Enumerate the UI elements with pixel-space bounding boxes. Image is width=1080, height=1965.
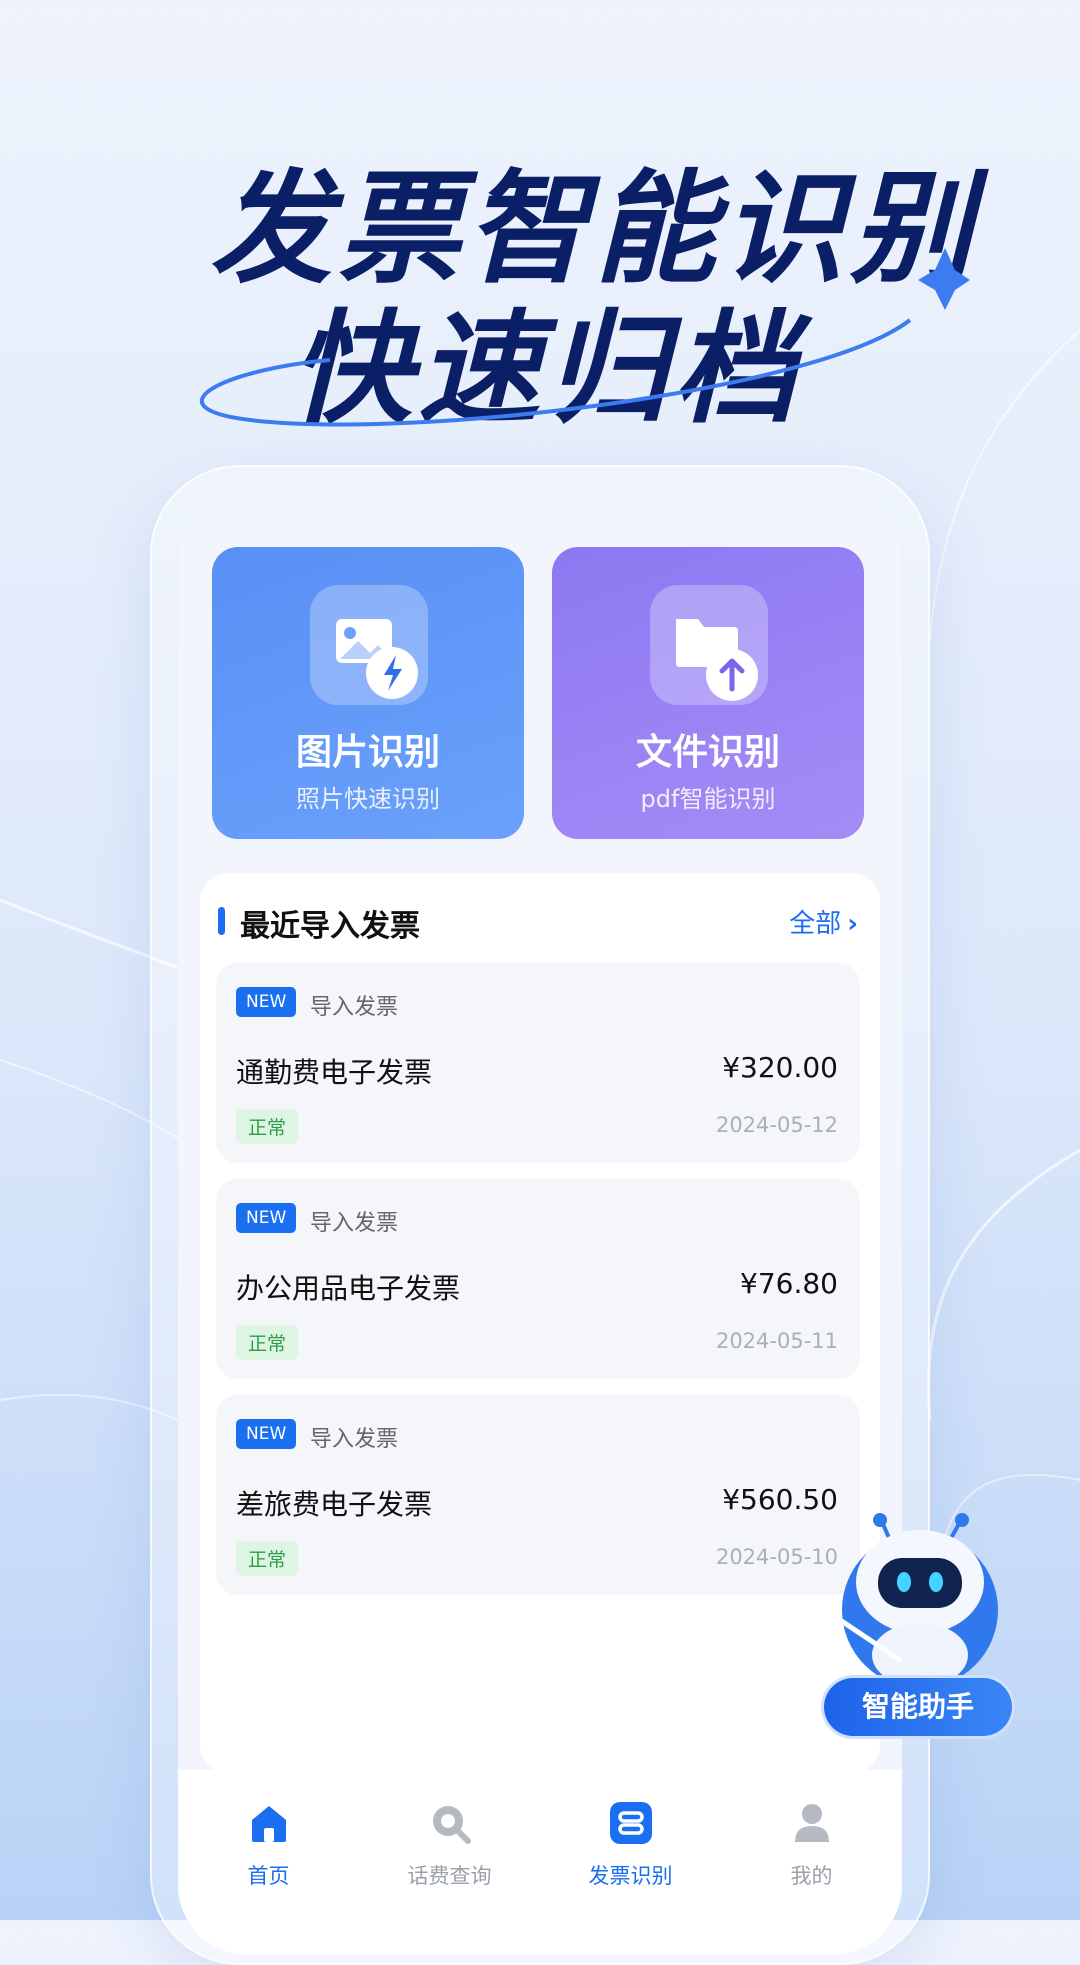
new-badge: NEW [236, 1419, 297, 1449]
smart-assistant-button[interactable]: 智能助手 [820, 1510, 1020, 1750]
invoice-date: 2024-05-12 [715, 1113, 838, 1137]
user-icon [795, 1804, 829, 1842]
image-recognition-subtitle: 照片快速识别 [296, 785, 440, 813]
invoice-amount: ¥76.80 [740, 1267, 838, 1300]
section-accent-bar [218, 907, 225, 935]
phone-screen: 图片识别 照片快速识别 文件识别 pdf智能识别 最近导入发票 全部 › NEW … [178, 495, 902, 1955]
file-recognition-subtitle: pdf智能识别 [640, 785, 776, 813]
invoice-name: 差旅费电子发票 [236, 1488, 433, 1521]
invoice-name: 通勤费电子发票 [236, 1056, 433, 1089]
recent-invoices-panel: 最近导入发票 全部 › NEW 导入发票 通勤费电子发票 ¥320.00 正常 2… [200, 873, 880, 1773]
nav-invoice-recognition[interactable]: 发票识别 [540, 1800, 721, 1900]
nav-home[interactable]: 首页 [178, 1800, 359, 1900]
nav-phone-bill[interactable]: 话费查询 [359, 1800, 540, 1900]
status-tag: 正常 [236, 1109, 299, 1144]
headline-line2: 快速归档 [290, 298, 802, 440]
import-label: 导入发票 [310, 1211, 399, 1236]
search-icon [433, 1806, 471, 1844]
import-label: 导入发票 [310, 995, 399, 1020]
nav-home-label: 首页 [247, 1864, 290, 1888]
folder-upload-icon [650, 585, 768, 705]
file-recognition-title: 文件识别 [635, 732, 780, 773]
bottom-nav: 首页 话费查询 发票识别 我的 [178, 1770, 902, 1955]
robot-icon [837, 1513, 998, 1688]
chevron-right-icon: › [847, 909, 858, 939]
invoice-scan-icon [610, 1802, 652, 1844]
image-recognition-title: 图片识别 [295, 732, 440, 773]
view-all-link[interactable]: 全部 › [789, 903, 858, 940]
recent-invoices-header: 最近导入发票 全部 › [200, 897, 880, 947]
new-badge: NEW [236, 987, 297, 1017]
status-tag: 正常 [236, 1541, 299, 1576]
nav-phone-bill-label: 话费查询 [407, 1864, 492, 1888]
smart-assistant-label: 智能助手 [824, 1678, 1012, 1736]
image-bolt-icon [310, 585, 428, 705]
invoice-amount: ¥320.00 [722, 1051, 838, 1084]
nav-profile[interactable]: 我的 [721, 1800, 902, 1900]
nav-invoice-recognition-label: 发票识别 [588, 1864, 673, 1888]
invoice-name: 办公用品电子发票 [236, 1272, 461, 1305]
file-recognition-card[interactable]: 文件识别 pdf智能识别 [552, 547, 864, 839]
invoice-card[interactable]: NEW 导入发票 通勤费电子发票 ¥320.00 正常 2024-05-12 [216, 963, 860, 1163]
invoice-date: 2024-05-11 [715, 1329, 838, 1353]
recent-invoices-title: 最近导入发票 [240, 909, 420, 944]
new-badge: NEW [236, 1203, 297, 1233]
status-tag: 正常 [236, 1325, 299, 1360]
nav-profile-label: 我的 [790, 1864, 833, 1888]
home-icon [252, 1806, 286, 1842]
import-label: 导入发票 [310, 1427, 399, 1452]
invoice-card[interactable]: NEW 导入发票 办公用品电子发票 ¥76.80 正常 2024-05-11 [216, 1179, 860, 1379]
view-all-label: 全部 [789, 909, 842, 939]
image-recognition-card[interactable]: 图片识别 照片快速识别 [212, 547, 524, 839]
invoice-card[interactable]: NEW 导入发票 差旅费电子发票 ¥560.50 正常 2024-05-10 [216, 1395, 860, 1595]
